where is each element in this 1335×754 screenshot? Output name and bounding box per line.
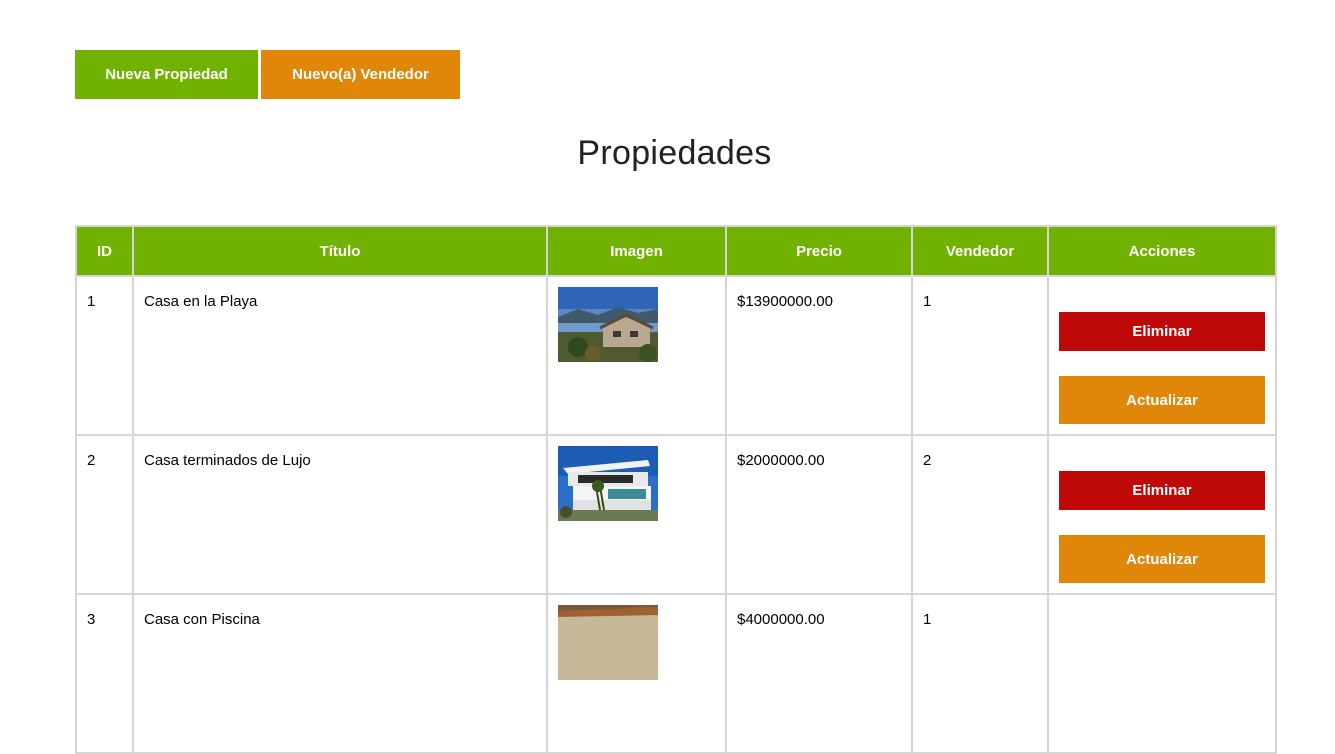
new-property-button[interactable]: Nueva Propiedad — [75, 50, 258, 99]
cell-title: Casa con Piscina — [132, 593, 548, 754]
cell-price: $13900000.00 — [725, 275, 913, 436]
table-row: 3 Casa con Piscina $4000000.00 1 — [75, 593, 1277, 754]
new-seller-button[interactable]: Nuevo(a) Vendedor — [261, 50, 460, 99]
cell-price: $4000000.00 — [725, 593, 913, 754]
cell-seller: 2 — [911, 434, 1049, 595]
delete-button[interactable]: Eliminar — [1059, 471, 1265, 510]
update-button[interactable]: Actualizar — [1059, 535, 1265, 583]
cell-image — [546, 434, 727, 595]
cell-seller: 1 — [911, 593, 1049, 754]
delete-button[interactable]: Eliminar — [1059, 312, 1265, 351]
cell-id: 3 — [75, 593, 134, 754]
update-button[interactable]: Actualizar — [1059, 376, 1265, 424]
cell-actions — [1047, 593, 1277, 754]
cell-id: 2 — [75, 434, 134, 595]
property-thumbnail-luxury-house — [558, 446, 658, 521]
cell-actions: Eliminar Actualizar — [1047, 275, 1277, 436]
header-price: Precio — [725, 225, 913, 277]
properties-table: ID Título Imagen Precio Vendedor Accione… — [75, 225, 1277, 754]
cell-image — [546, 275, 727, 436]
header-actions: Acciones — [1047, 225, 1277, 277]
header-image: Imagen — [546, 225, 727, 277]
property-thumbnail-beach-house — [558, 287, 658, 362]
cell-id: 1 — [75, 275, 134, 436]
table-row: 2 Casa terminados de Lujo $2000000.00 2 … — [75, 434, 1277, 595]
property-thumbnail-pool-house — [558, 605, 658, 680]
table-header-row: ID Título Imagen Precio Vendedor Accione… — [75, 225, 1277, 277]
cell-price: $2000000.00 — [725, 434, 913, 595]
table-row: 1 Casa en la Playa $13900000.00 1 Elimin… — [75, 275, 1277, 436]
cell-seller: 1 — [911, 275, 1049, 436]
page-title: Propiedades — [577, 134, 772, 172]
cell-title: Casa en la Playa — [132, 275, 548, 436]
cell-actions: Eliminar Actualizar — [1047, 434, 1277, 595]
cell-title: Casa terminados de Lujo — [132, 434, 548, 595]
cell-image — [546, 593, 727, 754]
header-seller: Vendedor — [911, 225, 1049, 277]
header-title: Título — [132, 225, 548, 277]
header-id: ID — [75, 225, 134, 277]
